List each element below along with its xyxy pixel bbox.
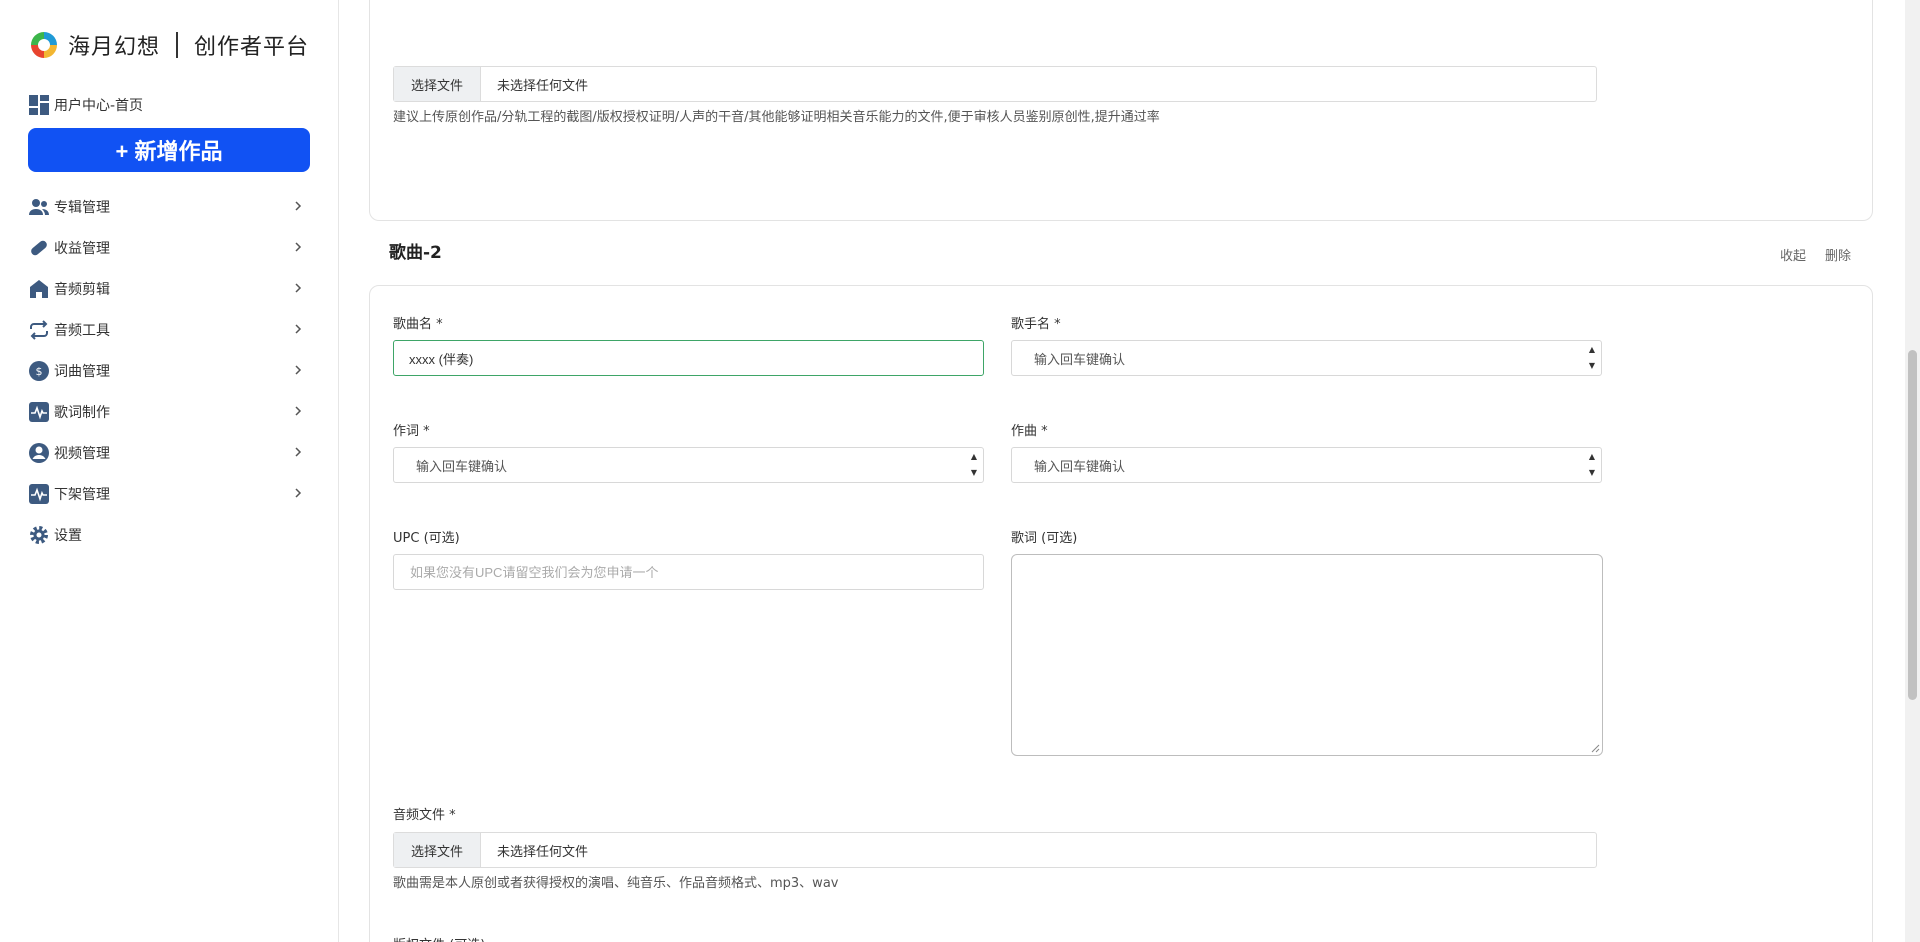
- store-icon: [28, 278, 50, 300]
- composer-placeholder: 输入回车键确认: [1034, 459, 1126, 475]
- sidebar-item-takedown[interactable]: 下架管理: [28, 473, 310, 514]
- chevron-right-icon: [295, 447, 302, 457]
- spinner-arrows[interactable]: ▲ ▼: [1585, 343, 1599, 373]
- sidebar-item-revenue[interactable]: 收益管理: [28, 227, 310, 268]
- brand-platform: 创作者平台: [194, 35, 310, 60]
- chevron-right-icon: [295, 406, 302, 416]
- sidebar-item-settings[interactable]: 设置: [28, 514, 310, 555]
- composer-label: 作曲 *: [1011, 424, 1048, 439]
- lyrics-label: 歌词 (可选): [1011, 531, 1078, 546]
- brand-name: 海月幻想: [68, 35, 161, 60]
- sidebar-item-label: 收益管理: [54, 240, 110, 257]
- sidebar-menu: 专辑管理 收益管理 音频剪辑 音频工具 $ 词曲管理 歌词制作 视频管理 下架管…: [28, 186, 310, 555]
- chevron-right-icon: [295, 283, 302, 293]
- svg-text:$: $: [36, 365, 43, 378]
- upc-input[interactable]: [393, 554, 984, 590]
- dashboard-icon: [29, 95, 49, 115]
- gear-icon: [28, 524, 50, 546]
- singer-placeholder: 输入回车键确认: [1034, 352, 1126, 368]
- song-section-title: 歌曲-2: [389, 243, 442, 263]
- choose-file-button[interactable]: 选择文件: [394, 67, 482, 101]
- song-name-label: 歌曲名 *: [393, 317, 443, 332]
- resize-grip-icon[interactable]: [1590, 743, 1600, 753]
- song-name-input[interactable]: [393, 340, 984, 376]
- audio-file-hint: 歌曲需是本人原创或者获得授权的演唱、纯音乐、作品音频格式、mp3、wav: [393, 876, 839, 891]
- composer-tag-input[interactable]: 输入回车键确认 ▲ ▼: [1011, 447, 1602, 483]
- copyright-file-label: 版权文件 (可选): [393, 934, 485, 942]
- dollar-circle-icon: $: [28, 360, 50, 382]
- chevron-right-icon: [295, 488, 302, 498]
- sidebar-item-album[interactable]: 专辑管理: [28, 186, 310, 227]
- sidebar-item-label: 音频工具: [54, 322, 110, 339]
- sidebar-item-audio-tools[interactable]: 音频工具: [28, 309, 310, 350]
- repeat-icon: [28, 319, 50, 341]
- upc-label: UPC (可选): [393, 531, 460, 546]
- collapse-link[interactable]: 收起: [1780, 245, 1806, 264]
- lyricist-tag-input[interactable]: 输入回车键确认 ▲ ▼: [393, 447, 984, 483]
- sidebar-item-label: 专辑管理: [54, 199, 110, 216]
- sidebar-item-label: 下架管理: [54, 486, 110, 503]
- sidebar-item-audio-edit[interactable]: 音频剪辑: [28, 268, 310, 309]
- audio-file-label: 音频文件 *: [393, 808, 456, 823]
- page-scrollbar[interactable]: [1905, 0, 1920, 942]
- brand-divider: [176, 32, 179, 58]
- scrollbar-thumb[interactable]: [1908, 350, 1917, 700]
- pulse-icon: [28, 483, 50, 505]
- lyrics-textarea[interactable]: [1011, 554, 1603, 756]
- spinner-arrows[interactable]: ▲ ▼: [967, 450, 981, 480]
- singer-tag-input[interactable]: 输入回车键确认 ▲ ▼: [1011, 340, 1602, 376]
- chevron-right-icon: [295, 201, 302, 211]
- delete-link[interactable]: 删除: [1825, 245, 1851, 264]
- choose-file-button[interactable]: 选择文件: [394, 833, 482, 867]
- singer-label: 歌手名 *: [1011, 317, 1061, 332]
- pill-icon: [28, 237, 50, 259]
- sidebar-item-label: 视频管理: [54, 445, 110, 462]
- sidebar-item-video[interactable]: 视频管理: [28, 432, 310, 473]
- users-icon: [28, 196, 50, 218]
- sidebar-item-label: 词曲管理: [54, 363, 110, 380]
- sidebar-item-label: 设置: [54, 527, 82, 544]
- sidebar-home-label: 用户中心-首页: [54, 98, 144, 114]
- sidebar-item-lyrics[interactable]: 歌词制作: [28, 391, 310, 432]
- sidebar: 海月幻想 创作者平台 用户中心-首页 + 新增作品 专辑管理 收益管理 音频剪辑…: [0, 0, 339, 942]
- sidebar-item-songs[interactable]: $ 词曲管理: [28, 350, 310, 391]
- proof-file-input[interactable]: 选择文件 未选择任何文件: [393, 66, 1597, 102]
- brand-logo-icon: [31, 32, 57, 58]
- lyricist-placeholder: 输入回车键确认: [416, 459, 508, 475]
- new-work-button[interactable]: + 新增作品: [28, 128, 310, 172]
- lyricist-label: 作词 *: [393, 424, 430, 439]
- file-name-text: 未选择任何文件: [497, 78, 589, 94]
- chevron-right-icon: [295, 365, 302, 375]
- pulse-icon: [28, 401, 50, 423]
- file-name-text: 未选择任何文件: [497, 844, 589, 860]
- chevron-right-icon: [295, 242, 302, 252]
- proof-file-hint: 建议上传原创作品/分轨工程的截图/版权授权证明/人声的干音/其他能够证明相关音乐…: [393, 110, 1160, 125]
- brand[interactable]: 海月幻想 创作者平台: [28, 28, 309, 62]
- sidebar-home-link[interactable]: 用户中心-首页: [28, 94, 143, 116]
- user-circle-icon: [28, 442, 50, 464]
- app-root: 海月幻想 创作者平台 用户中心-首页 + 新增作品 专辑管理 收益管理 音频剪辑…: [0, 0, 1920, 942]
- sidebar-item-label: 音频剪辑: [54, 281, 110, 298]
- sidebar-item-label: 歌词制作: [54, 404, 110, 421]
- spinner-arrows[interactable]: ▲ ▼: [1585, 450, 1599, 480]
- audio-file-input[interactable]: 选择文件 未选择任何文件: [393, 832, 1597, 868]
- chevron-right-icon: [295, 324, 302, 334]
